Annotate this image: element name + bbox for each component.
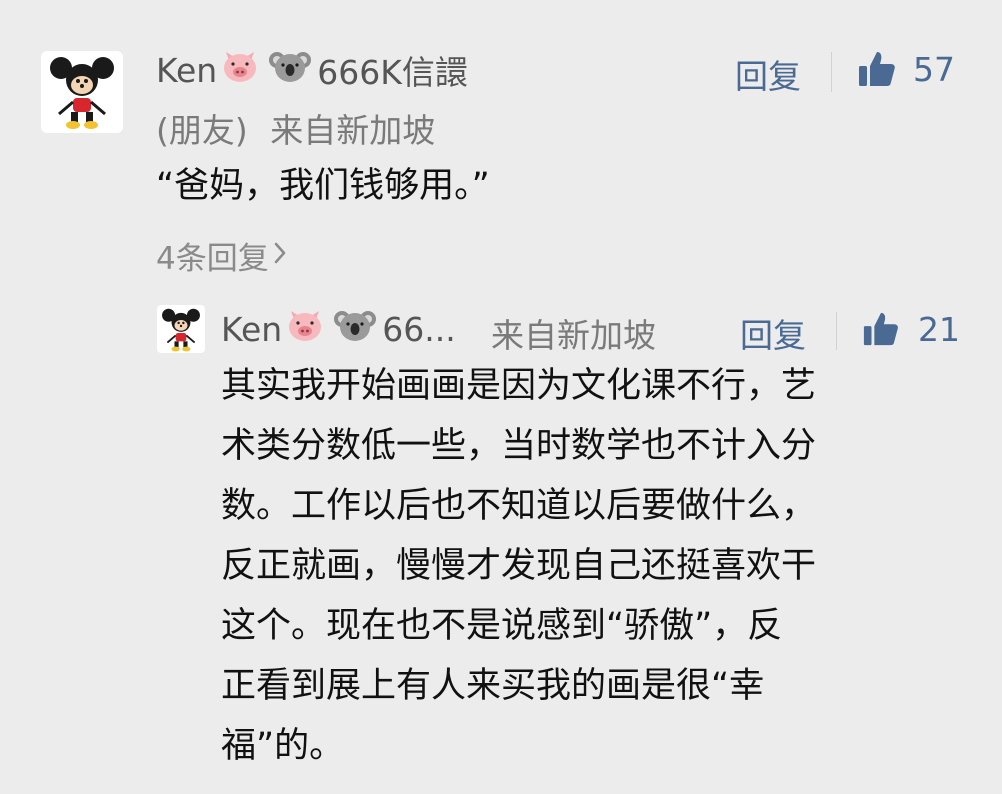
reply-text: 其实我开始画画是因为文化课不行，艺 术类分数低一些，当时数学也不计入分 数。工作… — [221, 356, 816, 776]
username-suffix: 66... — [382, 309, 456, 349]
avatar[interactable] — [41, 51, 123, 133]
koala-emoji-icon — [334, 307, 377, 351]
reply-text-line: 正看到展上有人来买我的画是很“幸 — [221, 666, 765, 706]
like-count: 21 — [918, 309, 960, 349]
divider — [836, 312, 837, 350]
comment-meta: (朋友) 来自新加坡 — [156, 104, 435, 152]
replies-count-label: 4条回复 — [156, 241, 269, 277]
reply-text-line: 数。工作以后也不知道以后要做什么， — [221, 486, 817, 526]
pig-face-emoji-icon — [286, 307, 324, 351]
view-replies-link[interactable]: 4条回复 — [156, 233, 287, 278]
pig-face-emoji-icon — [221, 48, 259, 92]
reply-button[interactable]: 回复 — [735, 50, 801, 98]
reply-text-line: 福”的。 — [221, 726, 345, 766]
koala-emoji-icon — [269, 48, 312, 92]
username-suffix: 666K信譞 — [317, 53, 468, 92]
like-button[interactable]: 57 — [857, 46, 955, 92]
username-text: Ken — [221, 309, 283, 349]
reply-text-line: 反正就画，慢慢才发现自己还挺喜欢干 — [221, 546, 817, 586]
reply-username[interactable]: Ken 66... — [221, 308, 456, 350]
relation-label: (朋友) — [156, 111, 248, 150]
like-count: 57 — [913, 49, 955, 89]
reply-text-line: 这个。现在也不是说感到“骄傲”，反 — [221, 606, 783, 646]
username-text: Ken — [156, 50, 218, 90]
reply-button[interactable]: 回复 — [740, 309, 806, 357]
like-button[interactable]: 21 — [862, 306, 960, 352]
location-label: 来自新加坡 — [491, 316, 656, 355]
comment-text: “爸妈，我们钱够用。” — [156, 166, 490, 206]
thumbs-up-icon — [857, 49, 897, 89]
thumbs-up-icon — [862, 310, 900, 348]
divider — [831, 52, 832, 92]
reply-text-line: 术类分数低一些，当时数学也不计入分 — [221, 426, 817, 466]
avatar[interactable] — [157, 305, 205, 353]
chevron-right-icon — [273, 238, 287, 274]
comment-username[interactable]: Ken 666K信譞 — [156, 48, 468, 93]
reply-text-line: 其实我开始画画是因为文化课不行，艺 — [221, 366, 817, 406]
location-label: 来自新加坡 — [270, 111, 436, 150]
